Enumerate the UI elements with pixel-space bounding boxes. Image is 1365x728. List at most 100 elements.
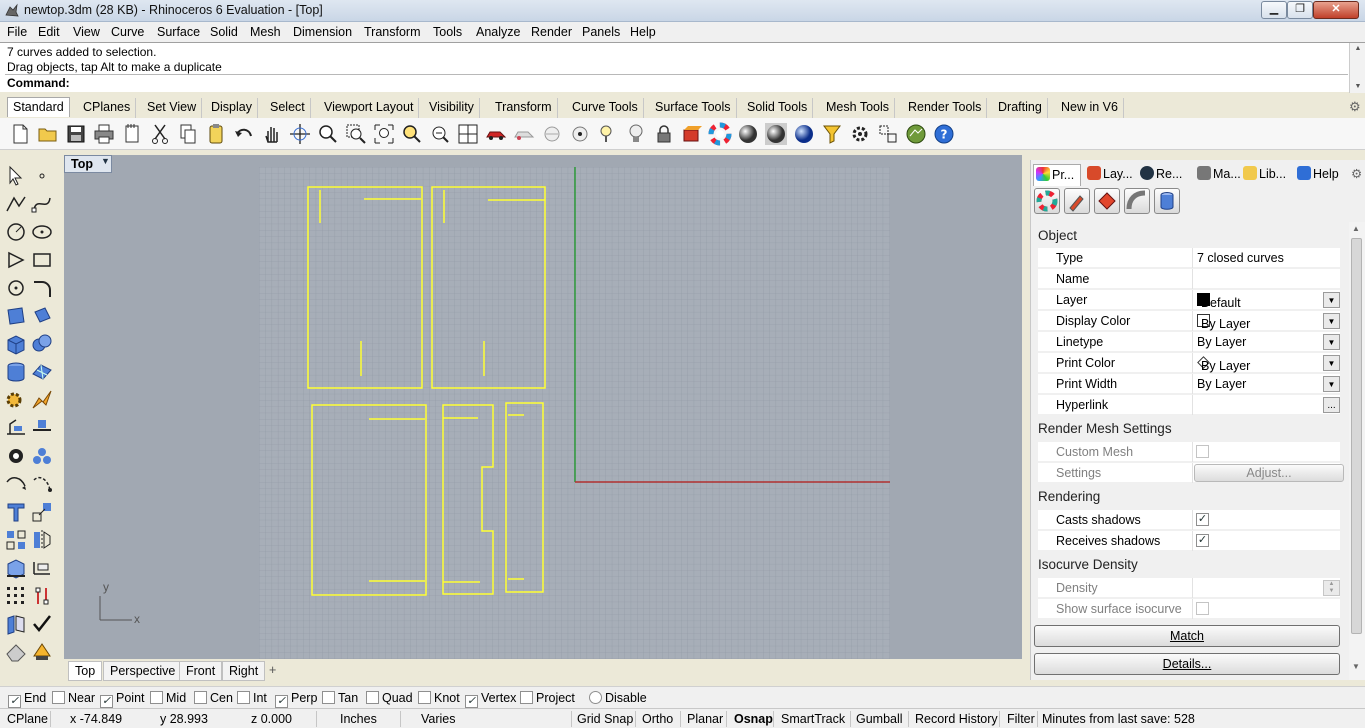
rendered-view-icon[interactable] [540,122,564,146]
lock-icon[interactable] [652,122,676,146]
linetype-dropdown[interactable]: By Layer ▼ [1192,332,1340,352]
scroll-down-icon[interactable]: ▼ [1352,662,1360,671]
split-icon[interactable] [30,416,54,440]
hyperlink-field[interactable]: ... [1192,395,1340,415]
object-properties-button[interactable] [1034,188,1060,214]
environment-sphere-icon[interactable] [764,122,788,146]
menu-render[interactable]: Render [531,25,572,39]
scroll-up-icon[interactable]: ▲ [1352,224,1360,233]
mesh-icon[interactable] [30,360,54,384]
status-filter[interactable]: Filter [1007,712,1035,726]
osnap-quad[interactable]: Quad [366,691,413,705]
cut-icon[interactable] [148,122,172,146]
polyline-icon[interactable] [4,192,28,216]
circle-icon[interactable] [4,220,28,244]
rebuild-curve-icon[interactable] [30,472,54,496]
osnap-knot[interactable]: Knot [418,691,460,705]
chevron-down-icon[interactable]: ▼ [1323,313,1340,329]
menu-file[interactable]: File [7,25,27,39]
spotlight-icon[interactable] [596,122,620,146]
osnap-near[interactable]: Near [52,691,95,705]
properties-page-icon[interactable] [120,122,144,146]
copy-icon[interactable] [176,122,200,146]
tab-surface-tools[interactable]: Surface Tools [650,98,737,118]
dimension-icon[interactable] [4,416,28,440]
print-icon[interactable] [92,122,116,146]
status-gumball[interactable]: Gumball [856,712,903,726]
cylinder-icon[interactable] [4,360,28,384]
adjust-button[interactable]: Adjust... [1194,464,1344,482]
minimize-button[interactable]: ▁ [1261,1,1287,19]
tab-new-in-v6[interactable]: New in V6 [1056,98,1124,118]
explode-icon[interactable] [30,444,54,468]
chevron-down-icon[interactable]: ▼ [1323,355,1340,371]
scroll-thumb[interactable] [1351,238,1362,634]
viewport-canvas[interactable] [64,155,1022,659]
menu-tools[interactable]: Tools [433,25,462,39]
name-field[interactable] [1192,269,1340,289]
zoom-extents-icon[interactable] [372,122,396,146]
ghosted-icon[interactable] [512,122,536,146]
help-icon[interactable]: ? [932,122,956,146]
point-light-icon[interactable] [568,122,592,146]
chevron-down-icon[interactable]: ▼ [1323,292,1340,308]
menu-panels[interactable]: Panels [582,25,620,39]
scale-icon[interactable] [30,500,54,524]
render-mesh-properties-button[interactable] [1094,188,1120,214]
toolbar-gear-icon[interactable]: ⚙ [1349,99,1361,115]
viewport-title-tab[interactable]: Top ▼ [64,155,112,173]
grid-points-icon[interactable] [4,584,28,608]
color-wheel-icon[interactable] [708,122,732,146]
open-folder-icon[interactable] [36,122,60,146]
render-lightning-icon[interactable] [30,388,54,412]
move-curve-icon[interactable] [4,472,28,496]
tab-transform[interactable]: Transform [490,98,558,118]
car-icon[interactable] [484,122,508,146]
layer-color-icon[interactable] [680,122,704,146]
vp-tab-top[interactable]: Top [68,661,103,681]
undo-icon[interactable] [232,122,256,146]
ellipse-icon[interactable] [30,220,54,244]
menu-edit[interactable]: Edit [38,25,60,39]
status-grid-snap[interactable]: Grid Snap [577,712,633,726]
align-icon[interactable] [876,122,900,146]
curve-icon[interactable] [30,192,54,216]
layer-dropdown[interactable]: Default ▼ [1192,290,1340,310]
gumball-settings-icon[interactable] [848,122,872,146]
new-file-icon[interactable] [8,122,32,146]
tab-set-view[interactable]: Set View [142,98,203,118]
osnap-perp[interactable]: ✓ Perp [275,691,317,708]
thickening-button[interactable] [1154,188,1180,214]
tab-drafting[interactable]: Drafting [993,98,1048,118]
arc-icon[interactable] [4,248,28,272]
four-viewports-icon[interactable] [456,122,480,146]
osnap-point[interactable]: ✓ Point [100,691,145,708]
osnap-cen[interactable]: Cen [194,691,233,705]
tab-select[interactable]: Select [265,98,311,118]
extrude-surface-icon[interactable] [30,304,54,328]
scroll-down-icon[interactable]: ▼ [1350,81,1365,93]
tab-mesh-tools[interactable]: Mesh Tools [821,98,895,118]
array-icon[interactable] [4,528,28,552]
panel-scrollbar[interactable]: ▲ ▼ [1349,222,1365,680]
custom-mesh-checkbox[interactable] [1196,445,1209,458]
osnap-mid[interactable]: Mid [150,691,186,705]
viewport-menu-arrow-icon[interactable]: ▼ [101,156,110,166]
boolean-union-icon[interactable] [30,332,54,356]
status-cplane[interactable]: CPlane [7,712,48,726]
status-layer[interactable]: Varies [421,712,456,726]
paint-render-icon[interactable] [30,640,54,664]
status-record-history[interactable]: Record History [915,712,998,726]
eraser-icon[interactable] [4,640,28,664]
osnap-disable[interactable]: Disable [589,691,647,705]
plugin-globe-icon[interactable] [904,122,928,146]
mirror-icon[interactable] [30,528,54,552]
blue-sphere-icon[interactable] [792,122,816,146]
chevron-down-icon[interactable]: ▼ [1323,334,1340,350]
pan-hand-icon[interactable] [260,122,284,146]
panel-tab-render[interactable]: Re... [1138,164,1182,186]
receives-shadows-checkbox[interactable]: ✓ [1196,534,1209,547]
osnap-vertex[interactable]: ✓ Vertex [465,691,516,708]
group-icon[interactable] [4,444,28,468]
vp-tab-perspective[interactable]: Perspective [103,661,183,681]
